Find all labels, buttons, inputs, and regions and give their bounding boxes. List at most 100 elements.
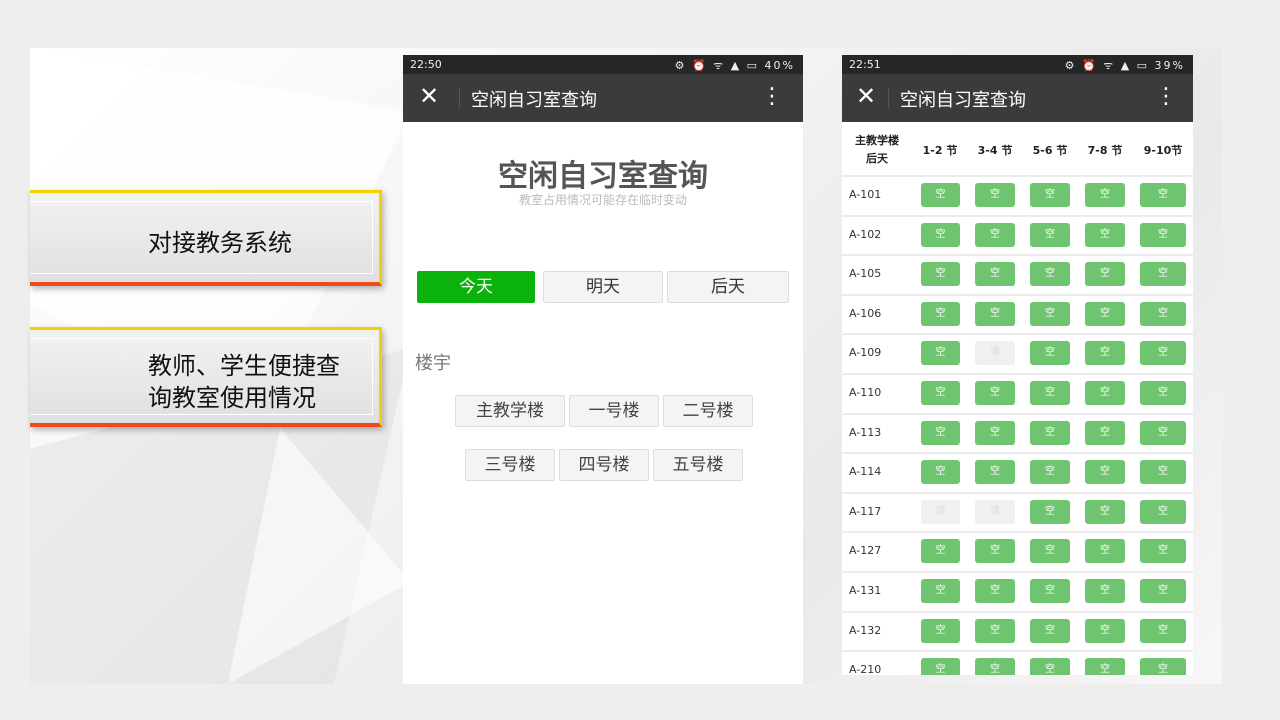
free-slot-cell[interactable]: 空 [1030,301,1070,326]
free-slot-cell[interactable]: 空 [1030,618,1070,643]
room-label: A-132 [849,623,882,637]
building-button-main[interactable]: 主教学楼 [455,395,565,427]
status-bar: 22:51 ⚙ ⏰ ᯤ ▲ ▭ 39% [842,55,1193,74]
close-icon[interactable]: ✕ [419,82,439,110]
free-slot-cell[interactable]: 空 [1140,579,1186,603]
free-slot-cell[interactable]: 空 [975,222,1015,247]
free-slot-cell[interactable]: 空 [1030,658,1070,675]
free-slot-cell[interactable]: 空 [921,579,960,603]
free-slot-cell[interactable]: 空 [975,183,1015,207]
free-slot-cell[interactable]: 空 [1140,658,1186,675]
free-slot-cell[interactable]: 空 [1085,341,1125,366]
free-slot-cell[interactable]: 空 [921,381,960,405]
header-period: 5-6 节 [1032,144,1068,157]
table-row: A-102 空空空空空 [842,214,1193,255]
free-slot-cell[interactable]: 空 [1030,341,1070,366]
free-slot-cell[interactable]: 空 [1140,262,1186,287]
free-slot-cell[interactable]: 空 [1030,262,1070,287]
free-slot-cell[interactable]: 空 [1030,222,1070,247]
free-slot-cell[interactable]: 空 [1085,499,1125,524]
building-button-4[interactable]: 四号楼 [559,449,649,481]
free-slot-cell[interactable]: 空 [1140,460,1186,485]
free-slot-cell[interactable]: 空 [1085,618,1125,643]
free-slot-cell[interactable]: 空 [1085,579,1125,603]
room-label: A-106 [849,306,882,320]
free-slot-cell[interactable]: 空 [921,262,960,287]
free-slot-cell[interactable]: 空 [1030,499,1070,524]
header-building: 主教学楼 [855,134,899,147]
free-slot-cell[interactable]: 空 [975,381,1015,405]
table-row: A-106 空空空空空 [842,293,1193,334]
free-slot-cell[interactable]: 空 [1030,420,1070,445]
free-slot-cell[interactable]: 空 [1140,420,1186,445]
free-slot-cell[interactable]: 空 [1085,262,1125,287]
room-label: A-117 [849,504,882,518]
free-slot-cell[interactable]: 空 [975,460,1015,485]
header-period: 9-10节 [1143,144,1183,157]
free-slot-cell[interactable]: 空 [1030,381,1070,405]
free-slot-cell[interactable]: 空 [975,658,1015,675]
free-slot-cell[interactable]: 空 [1140,381,1186,405]
building-button-1[interactable]: 一号楼 [569,395,659,427]
free-slot-cell[interactable]: 空 [1140,499,1186,524]
free-slot-cell[interactable]: 空 [921,222,960,247]
free-slot-cell[interactable]: 空 [1140,301,1186,326]
free-slot-cell[interactable]: 空 [1030,579,1070,603]
more-menu-icon[interactable]: ⋮ [1155,84,1177,109]
free-slot-cell[interactable]: 空 [1085,381,1125,405]
phone-screen-search: 22:50 ⚙ ⏰ ᯤ ▲ ▭ 40% ✕ 空闲自习室查询 ⋮ 空闲自习室查询 … [403,55,803,684]
room-label: A-105 [849,267,882,281]
room-label: A-113 [849,425,882,439]
free-slot-cell[interactable]: 空 [1140,222,1186,247]
free-slot-cell[interactable]: 空 [921,539,960,564]
free-slot-cell[interactable]: 空 [1085,420,1125,445]
free-slot-cell[interactable]: 空 [921,301,960,326]
table-row: A-210 空空空空空 [842,650,1193,675]
free-slot-cell[interactable]: 空 [921,420,960,445]
table-row: A-113 空空空空空 [842,412,1193,453]
free-slot-cell[interactable]: 空 [1140,618,1186,643]
table-row: A-132 空空空空空 [842,610,1193,651]
free-slot-cell[interactable]: 空 [1030,539,1070,564]
free-slot-cell[interactable]: 空 [975,301,1015,326]
free-slot-cell[interactable]: 空 [921,183,960,207]
occupied-slot-cell[interactable]: 课 [921,499,960,524]
phone-screen-schedule: 22:51 ⚙ ⏰ ᯤ ▲ ▭ 39% ✕ 空闲自习室查询 ⋮ 主教学楼 后天 … [842,55,1193,675]
occupied-slot-cell[interactable]: 课 [975,341,1015,366]
status-time: 22:50 [410,58,442,71]
building-button-3[interactable]: 三号楼 [465,449,555,481]
free-slot-cell[interactable]: 空 [921,658,960,675]
tab-today[interactable]: 今天 [417,271,535,303]
more-menu-icon[interactable]: ⋮ [761,84,783,109]
free-slot-cell[interactable]: 空 [1140,341,1186,366]
free-slot-cell[interactable]: 空 [1085,539,1125,564]
free-slot-cell[interactable]: 空 [1140,183,1186,207]
free-slot-cell[interactable]: 空 [921,618,960,643]
free-slot-cell[interactable]: 空 [975,618,1015,643]
free-slot-cell[interactable]: 空 [975,262,1015,287]
free-slot-cell[interactable]: 空 [1030,183,1070,207]
close-icon[interactable]: ✕ [856,82,876,110]
free-slot-cell[interactable]: 空 [1140,539,1186,564]
free-slot-cell[interactable]: 空 [921,341,960,366]
tab-day-after-tomorrow[interactable]: 后天 [667,271,789,303]
free-slot-cell[interactable]: 空 [1085,183,1125,207]
building-button-2[interactable]: 二号楼 [663,395,753,427]
free-slot-cell[interactable]: 空 [1085,460,1125,485]
room-label: A-109 [849,346,882,360]
callout-box-quick-query: 教师、学生便捷查 询教室使用情况 [30,327,382,427]
free-slot-cell[interactable]: 空 [1030,460,1070,485]
building-button-5[interactable]: 五号楼 [653,449,743,481]
occupied-slot-cell[interactable]: 课 [975,499,1015,524]
app-bar: ✕ 空闲自习室查询 ⋮ [403,74,803,122]
free-slot-cell[interactable]: 空 [1085,301,1125,326]
free-slot-cell[interactable]: 空 [921,460,960,485]
free-slot-cell[interactable]: 空 [1085,222,1125,247]
free-slot-cell[interactable]: 空 [975,420,1015,445]
header-day: 后天 [866,152,888,165]
appbar-title: 空闲自习室查询 [471,90,597,111]
free-slot-cell[interactable]: 空 [975,539,1015,564]
free-slot-cell[interactable]: 空 [975,579,1015,603]
free-slot-cell[interactable]: 空 [1085,658,1125,675]
tab-tomorrow[interactable]: 明天 [543,271,663,303]
